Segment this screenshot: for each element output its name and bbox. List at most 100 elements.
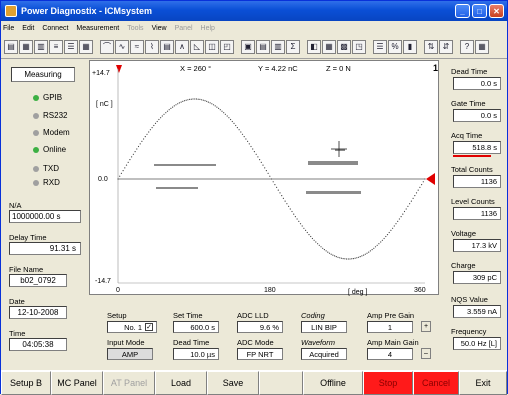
pd-cluster-2 xyxy=(156,187,198,189)
pulse-icon[interactable]: ⌇ xyxy=(145,39,159,54)
gain-increase-button[interactable]: + xyxy=(421,321,431,332)
amp-main-gain-input[interactable]: 4 xyxy=(367,348,413,360)
cursor-crosshair-icon xyxy=(331,141,347,157)
menu-help[interactable]: Help xyxy=(201,25,215,32)
adc-mode-select[interactable]: FP NRT xyxy=(237,348,283,360)
date-label: Date xyxy=(9,297,25,306)
menu-file[interactable]: File xyxy=(3,25,14,32)
sine-point xyxy=(322,247,324,249)
window-icon[interactable]: ◳ xyxy=(352,39,366,54)
adc-lld-input[interactable]: 9.6 % xyxy=(237,321,283,333)
amp-pre-gain-input[interactable]: 1 xyxy=(367,321,413,333)
stat-value: 1136 xyxy=(453,207,501,220)
matrix-icon[interactable]: ▦ xyxy=(322,39,336,54)
minimize-button[interactable]: _ xyxy=(455,4,470,18)
at-panel-button[interactable]: AT Panel xyxy=(103,371,155,395)
plot-canvas: X = 260 ° Y = 4.22 nC Z = 0 N 1 +14.7 [ … xyxy=(92,63,438,296)
sine-point xyxy=(269,175,271,177)
menu-measurement[interactable]: Measurement xyxy=(76,25,119,32)
compare-icon[interactable]: ⇅ xyxy=(424,39,438,54)
close-button[interactable]: ✕ xyxy=(489,4,504,18)
diagram-icon[interactable]: ◰ xyxy=(220,39,234,54)
rxd-label: RXD xyxy=(43,178,60,187)
sine-icon[interactable]: ≈ xyxy=(130,39,144,54)
rows-icon[interactable]: ☰ xyxy=(373,39,387,54)
phase-resolved-plot[interactable]: X = 260 ° Y = 4.22 nC Z = 0 N 1 +14.7 [ … xyxy=(89,60,439,296)
dead-time-input[interactable]: 10.0 µs xyxy=(173,348,219,360)
sine-point xyxy=(270,178,273,180)
maximize-button[interactable]: □ xyxy=(472,4,487,18)
wave-icon[interactable]: ∿ xyxy=(115,39,129,54)
sine-point xyxy=(149,129,151,131)
setup-select[interactable]: No. 1 ✓ xyxy=(107,321,157,333)
grid-icon[interactable]: ▦ xyxy=(79,39,93,54)
menu-edit[interactable]: Edit xyxy=(22,25,34,32)
sine-point xyxy=(356,257,358,259)
exit-button[interactable]: Exit xyxy=(459,371,507,395)
sine-point xyxy=(310,235,312,238)
channel-icon[interactable]: ≡ xyxy=(49,39,63,54)
sine-point xyxy=(272,181,274,183)
list-icon[interactable]: ☰ xyxy=(64,39,78,54)
cancel-button[interactable]: Cancel xyxy=(413,371,459,395)
sine-point xyxy=(364,253,366,255)
grid-view-icon[interactable]: ▩ xyxy=(337,39,351,54)
help-icon[interactable]: ? xyxy=(460,39,474,54)
menu-view[interactable]: View xyxy=(152,25,167,32)
peak-icon[interactable]: ∧ xyxy=(175,39,189,54)
set-time-input[interactable]: 600.0 s xyxy=(173,321,219,333)
percent-icon[interactable]: % xyxy=(388,39,402,54)
sine-point xyxy=(166,110,169,112)
sine-point xyxy=(235,124,237,127)
print-icon[interactable]: ▥ xyxy=(34,39,48,54)
sine-point xyxy=(294,216,296,218)
offline-button[interactable]: Offline xyxy=(303,371,363,395)
setup-checkbox[interactable]: ✓ xyxy=(145,323,153,331)
menu-connect[interactable]: Connect xyxy=(42,25,68,32)
menu-panel[interactable]: Panel xyxy=(175,25,193,32)
stat-label: Acq Time xyxy=(451,131,483,140)
sine-point xyxy=(351,258,353,260)
sine-point xyxy=(332,254,334,256)
open-icon[interactable]: ▤ xyxy=(4,39,18,54)
menu-tools[interactable]: Tools xyxy=(127,25,143,32)
pattern-icon[interactable]: ◫ xyxy=(205,39,219,54)
measuring-button[interactable]: Measuring xyxy=(11,67,75,82)
layout-icon[interactable]: ▣ xyxy=(241,39,255,54)
na-value: 1000000.00 s xyxy=(9,210,81,223)
sum-icon[interactable]: Σ xyxy=(286,39,300,54)
load-button[interactable]: Load xyxy=(155,371,207,395)
gain-decrease-button[interactable]: – xyxy=(421,348,431,359)
sine-point xyxy=(357,256,360,258)
bars-icon[interactable]: ▥ xyxy=(271,39,285,54)
x-min-label: 0 xyxy=(116,287,120,294)
info-icon[interactable]: ▦ xyxy=(475,39,489,54)
empty-button[interactable] xyxy=(259,371,303,395)
trend-icon[interactable]: ◺ xyxy=(190,39,204,54)
split-icon[interactable]: ◧ xyxy=(307,39,321,54)
scope-icon[interactable]: ⌒ xyxy=(100,39,114,54)
online-label: Online xyxy=(43,145,67,154)
waveform-select[interactable]: Acquired xyxy=(301,348,347,360)
phase-marker-icon xyxy=(116,65,122,73)
save-icon[interactable]: ▦ xyxy=(19,39,33,54)
table-icon[interactable]: ▤ xyxy=(256,39,270,54)
sine-point xyxy=(317,243,319,245)
sine-point xyxy=(170,107,172,109)
mc-panel-button[interactable]: MC Panel xyxy=(51,371,103,395)
sine-point xyxy=(412,197,414,199)
chart-icon[interactable]: ▤ xyxy=(160,39,174,54)
input-mode-value[interactable]: AMP xyxy=(107,348,153,360)
sine-point xyxy=(163,113,165,115)
sine-point xyxy=(311,237,313,240)
stat-value: 1136 xyxy=(453,175,501,188)
setup-b-button[interactable]: Setup B xyxy=(1,371,51,395)
stop-button[interactable]: Stop xyxy=(363,371,413,395)
stat-icon[interactable]: ⇵ xyxy=(439,39,453,54)
save-button[interactable]: Save xyxy=(207,371,259,395)
coding-select[interactable]: LIN BIP xyxy=(301,321,347,333)
sine-point xyxy=(282,197,284,199)
stat-label: Frequency xyxy=(451,327,487,336)
column-icon[interactable]: ▮ xyxy=(403,39,417,54)
modem-led-icon xyxy=(33,130,39,136)
